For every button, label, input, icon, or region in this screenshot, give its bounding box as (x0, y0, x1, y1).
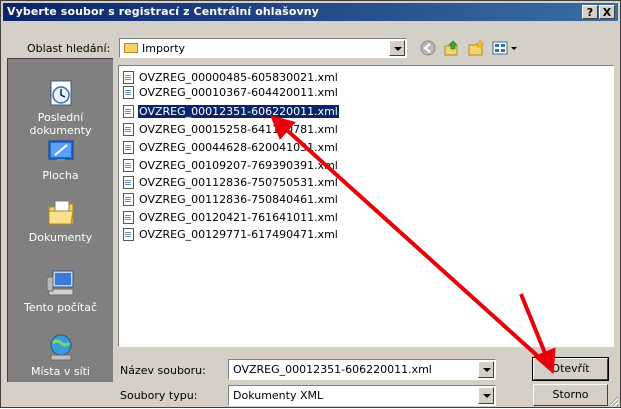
file-open-dialog: Vyberte soubor s registrací z Centrální … (0, 0, 621, 408)
annotation-arrows (270, 114, 556, 375)
arrow-to-file (270, 114, 543, 361)
